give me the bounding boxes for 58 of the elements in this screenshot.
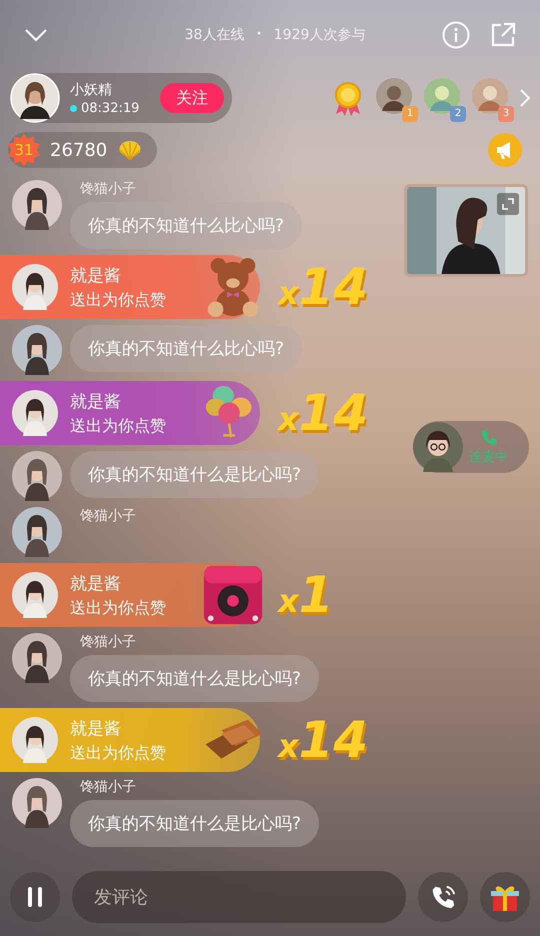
separator-dot: · xyxy=(256,26,262,44)
rank-badge: 2 xyxy=(450,106,466,122)
message-bubble: 你真的不知道什么比心吗? xyxy=(70,202,302,249)
gift-action: 送出为你点赞 xyxy=(70,742,166,764)
gift-sender: 就是酱 xyxy=(70,718,122,740)
rank-badge: 3 xyxy=(498,106,514,122)
avatar[interactable] xyxy=(12,264,58,310)
avatar[interactable] xyxy=(12,572,58,618)
gift-button[interactable] xyxy=(480,872,530,922)
gift-count: x14 xyxy=(278,388,368,438)
message-bubble: 你真的不知道什么是比心吗? xyxy=(70,451,320,498)
call-button[interactable] xyxy=(418,872,468,922)
live-dot-icon xyxy=(70,104,77,112)
live-time: 08:32:19 xyxy=(81,100,140,116)
gift-count: x1 xyxy=(278,570,334,620)
coin-amount: 26780 xyxy=(50,140,108,160)
follow-button[interactable]: 关注 xyxy=(160,83,224,113)
avatar[interactable] xyxy=(12,717,58,763)
sender-name: 馋猫小子 xyxy=(79,180,136,198)
message-bubble: 你真的不知道什么是比心吗? xyxy=(70,800,320,847)
avatar[interactable] xyxy=(12,325,62,375)
avatar[interactable] xyxy=(12,507,62,557)
host-name: 小妖精 xyxy=(70,80,113,98)
gift-action: 送出为你点赞 xyxy=(70,598,166,618)
host-avatar[interactable] xyxy=(10,73,60,123)
rank-badge: 1 xyxy=(402,106,418,122)
call-status: 连麦中 xyxy=(469,449,508,466)
pause-button[interactable] xyxy=(10,872,60,922)
gift-action: 送出为你点赞 xyxy=(70,416,166,436)
avatar[interactable] xyxy=(12,451,62,501)
avatar[interactable] xyxy=(12,778,62,828)
sender-name: 馋猫小子 xyxy=(79,507,136,525)
collapse-icon[interactable] xyxy=(24,28,48,42)
avatar[interactable] xyxy=(12,180,62,230)
message-bubble: 你真的不知道什么是比心吗? xyxy=(70,655,320,702)
record-player-icon xyxy=(202,564,264,626)
comment-field[interactable]: 发评论 xyxy=(72,871,406,923)
gift-sender: 就是酱 xyxy=(70,390,122,412)
avatar[interactable] xyxy=(12,390,58,436)
gift-action: 送出为你点赞 xyxy=(70,290,166,310)
phone-icon xyxy=(480,428,498,446)
avatar[interactable] xyxy=(12,633,62,683)
shell-icon xyxy=(117,139,144,161)
message-bubble: 你真的不知道什么比心吗? xyxy=(70,325,302,372)
gift-sender: 就是酱 xyxy=(70,264,122,286)
level-badge: 31 xyxy=(8,134,40,166)
sender-name: 馋猫小子 xyxy=(79,778,136,796)
sender-name: 馋猫小子 xyxy=(79,633,136,651)
gift-count: x14 xyxy=(278,715,368,765)
pause-icon xyxy=(25,885,45,909)
gift-sender: 就是酱 xyxy=(70,572,122,594)
gift-count: x14 xyxy=(278,262,368,312)
expand-icon[interactable] xyxy=(497,193,519,215)
participation-count: 1929人次参与 xyxy=(274,26,366,44)
fan-avatar[interactable] xyxy=(376,78,412,114)
phone-icon xyxy=(430,884,456,910)
caller-avatar[interactable] xyxy=(413,422,463,472)
online-count: 38人在线 xyxy=(184,26,244,44)
